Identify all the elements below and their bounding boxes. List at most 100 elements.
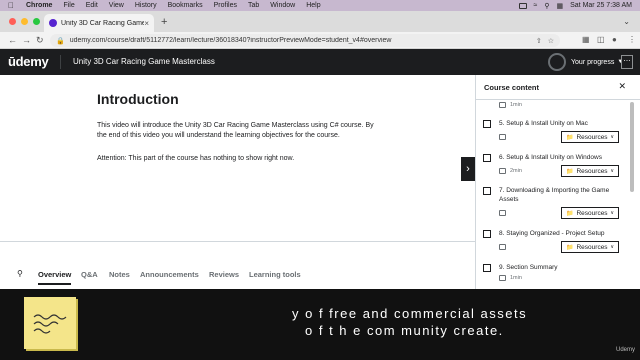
resources-dropdown[interactable]: 📁 Resources ∨ <box>561 165 619 177</box>
profile-avatar-icon[interactable]: ● <box>612 35 617 44</box>
back-arrow-icon[interactable]: ← <box>8 35 17 45</box>
sidepanel-icon[interactable]: ◫ <box>597 35 605 44</box>
chevron-down-icon: ∨ <box>610 244 614 250</box>
lock-icon[interactable]: 🔒 <box>56 37 65 45</box>
minimize-window-button[interactable] <box>21 18 28 25</box>
menu-file[interactable]: File <box>63 2 74 9</box>
lecture-viewer: Introduction This video will introduce t… <box>0 75 475 258</box>
url-text[interactable]: udemy.com/course/draft/5112772/learn/lec… <box>70 37 530 44</box>
caption-line-2: o f t h e com munity create. <box>305 323 504 338</box>
folder-icon: 📁 <box>566 244 574 251</box>
more-options-button[interactable]: ⋯ <box>621 55 633 69</box>
video-icon <box>499 102 506 108</box>
browser-menu-icon[interactable]: ⋮ <box>628 35 636 44</box>
search-icon[interactable]: ⚲ <box>17 269 23 278</box>
menu-bookmarks[interactable]: Bookmarks <box>168 2 203 9</box>
lesson-body: This video will introduce the Unity 3D C… <box>97 122 374 139</box>
window-controls <box>9 18 40 25</box>
header-divider <box>60 55 61 69</box>
lecture-meta: 1min <box>499 275 522 281</box>
udemy-watermark: Udemy <box>616 347 636 353</box>
lecture-meta <box>499 210 510 216</box>
resources-dropdown[interactable]: 📁 Resources ∨ <box>561 241 619 253</box>
tab-notes[interactable]: Notes <box>109 270 130 279</box>
udemy-logo[interactable]: ūdemy <box>8 54 49 69</box>
tab-qa[interactable]: Q&A <box>81 270 98 279</box>
course-tabs: ⚲ Overview Q&A Notes Announcements Revie… <box>0 241 475 289</box>
sidebar-header: Course content ✕ <box>476 75 640 100</box>
lecture-checkbox[interactable] <box>483 230 491 238</box>
menu-window[interactable]: Window <box>270 2 295 9</box>
resources-dropdown[interactable]: 📁 Resources ∨ <box>561 131 619 143</box>
close-window-button[interactable] <box>9 18 16 25</box>
resources-dropdown[interactable]: 📁 Resources ∨ <box>561 207 619 219</box>
tab-overview[interactable]: Overview <box>38 270 72 285</box>
menu-chrome[interactable]: Chrome <box>26 2 52 9</box>
folder-icon: 📁 <box>566 134 574 141</box>
lecture-meta <box>499 134 510 140</box>
tab-title: Unity 3D Car Racing Game Ma <box>61 19 145 27</box>
lecture-checkbox[interactable] <box>483 154 491 162</box>
lecture-name[interactable]: 8. Staying Organized - Project Setup <box>499 229 619 238</box>
share-icon[interactable]: ⇧ <box>536 37 542 45</box>
lecture-meta <box>499 244 510 250</box>
wifi-icon[interactable]: ≈ <box>534 2 538 9</box>
browser-tabbar: Unity 3D Car Racing Game Ma × + ⌄ <box>0 11 640 32</box>
search-menu-icon[interactable]: ⚲ <box>544 2 549 10</box>
menu-view[interactable]: View <box>109 2 124 9</box>
reload-icon[interactable]: ↻ <box>36 35 44 46</box>
caption-line-1: y o f free and commercial assets <box>292 306 528 321</box>
tab-learning-tools[interactable]: Learning tools <box>249 270 301 279</box>
control-center-icon[interactable]: ▦ <box>557 2 564 10</box>
lecture-name[interactable]: 9. Section Summary <box>499 263 619 272</box>
menu-help[interactable]: Help <box>306 2 320 9</box>
maximize-window-button[interactable] <box>33 18 40 25</box>
chevron-down-icon: ∨ <box>610 210 614 216</box>
browser-tab-udemy[interactable]: Unity 3D Car Racing Game Ma × <box>44 14 154 32</box>
chevron-down-icon: ∨ <box>610 168 614 174</box>
tab-announcements[interactable]: Announcements <box>140 270 199 279</box>
progress-label: Your progress <box>571 58 615 66</box>
course-title[interactable]: Unity 3D Car Racing Game Masterclass <box>73 57 215 66</box>
close-tab-icon[interactable]: × <box>144 19 149 28</box>
tab-search-chevron-icon[interactable]: ⌄ <box>623 17 630 26</box>
tab-reviews[interactable]: Reviews <box>209 270 239 279</box>
video-icon <box>499 275 506 281</box>
next-lecture-button[interactable]: › <box>461 157 475 181</box>
menu-tab[interactable]: Tab <box>248 2 259 9</box>
lecture-checkbox[interactable] <box>483 120 491 128</box>
file-icon <box>499 244 506 250</box>
extensions-icon[interactable]: ▦ <box>582 35 590 44</box>
sidebar-title: Course content <box>484 83 540 92</box>
your-progress-button[interactable]: Your progress ▼ <box>548 53 623 71</box>
lecture-name[interactable]: 5. Setup & Install Unity on Mac <box>499 119 619 128</box>
lecture-checkbox[interactable] <box>483 264 491 272</box>
file-icon <box>499 134 506 140</box>
forward-arrow-icon[interactable]: → <box>22 35 31 45</box>
sidebar-scrollbar[interactable] <box>630 102 634 192</box>
address-bar[interactable]: 🔒 udemy.com/course/draft/5112772/learn/l… <box>50 34 560 47</box>
close-icon[interactable]: ✕ <box>618 81 626 92</box>
folder-icon: 📁 <box>566 168 574 175</box>
sticky-note-image <box>24 297 76 349</box>
video-caption-overlay: y o f free and commercial assets o f t h… <box>0 289 640 360</box>
chevron-down-icon: ∨ <box>610 134 614 140</box>
menu-profiles[interactable]: Profiles <box>214 2 237 9</box>
new-tab-button[interactable]: + <box>161 16 167 28</box>
progress-ring-icon <box>548 53 566 71</box>
menu-edit[interactable]: Edit <box>86 2 98 9</box>
macos-menubar:  Chrome File Edit View History Bookmark… <box>0 0 640 11</box>
udemy-header: ūdemy Unity 3D Car Racing Game Mastercla… <box>0 49 640 75</box>
bookmark-star-icon[interactable]: ☆ <box>548 37 554 45</box>
scribble-icon <box>33 314 67 334</box>
menu-history[interactable]: History <box>135 2 157 9</box>
browser-toolbar: ← → ↻ 🔒 udemy.com/course/draft/5112772/l… <box>0 32 640 49</box>
file-icon <box>499 210 506 216</box>
udemy-favicon-icon <box>49 19 57 27</box>
lecture-checkbox[interactable] <box>483 187 491 195</box>
apple-icon[interactable]:  <box>8 1 16 10</box>
menubar-datetime[interactable]: Sat Mar 25 7:38 AM <box>570 2 632 9</box>
battery-icon[interactable] <box>518 2 527 9</box>
lecture-name[interactable]: 6. Setup & Install Unity on Windows <box>499 153 619 162</box>
lecture-name[interactable]: 7. Downloading & Importing the Game Asse… <box>499 186 619 204</box>
